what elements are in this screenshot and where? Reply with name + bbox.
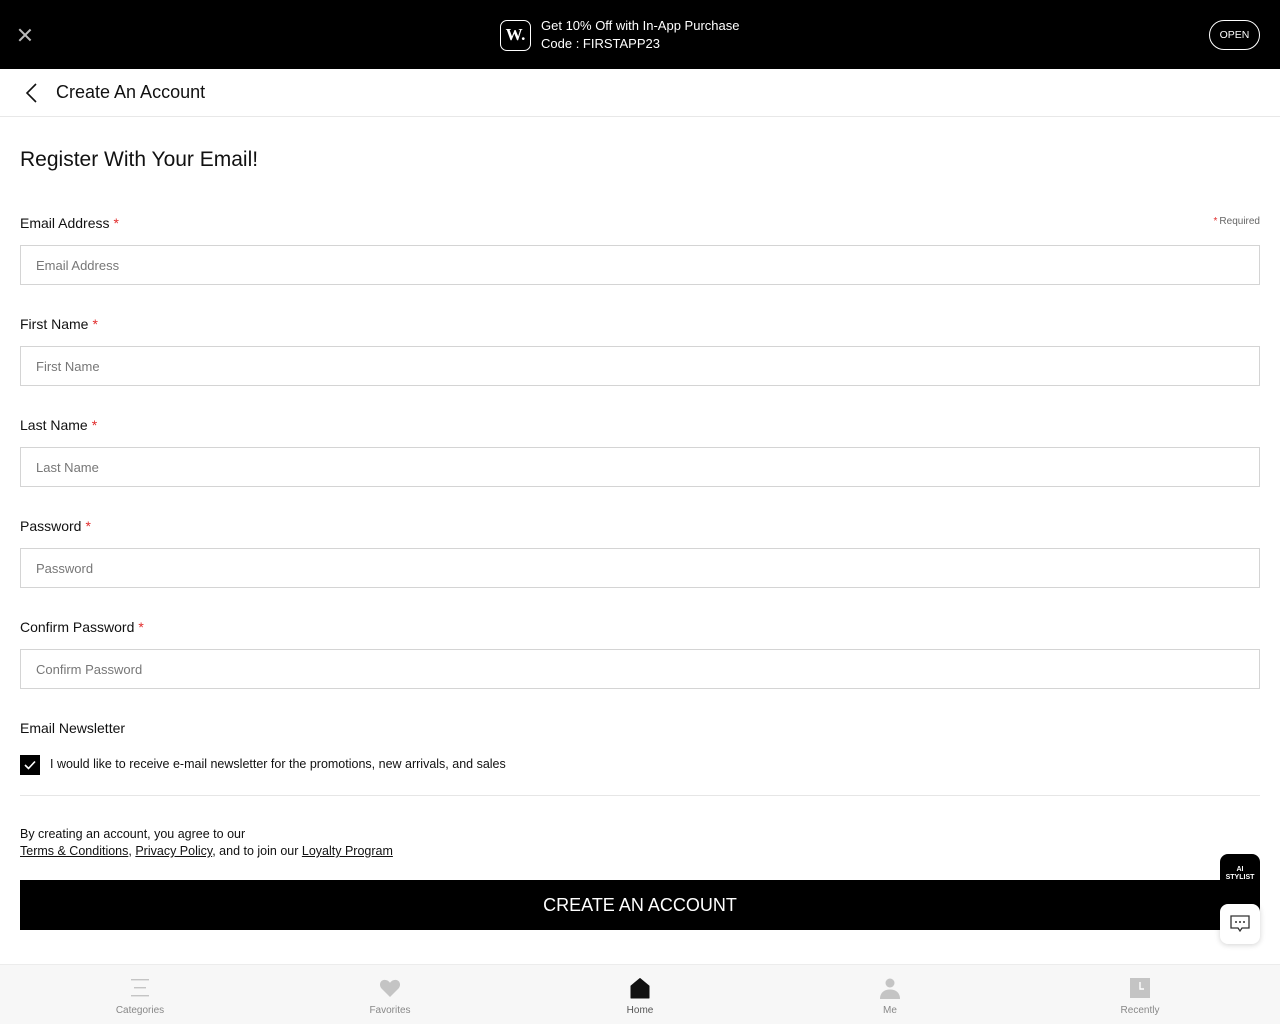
password-label: Password * — [20, 518, 91, 534]
required-star: * — [1213, 216, 1218, 227]
privacy-policy-link[interactable]: Privacy Policy — [135, 844, 212, 858]
close-icon[interactable] — [14, 24, 36, 46]
required-star: * — [91, 417, 98, 433]
confirm-password-field[interactable] — [20, 649, 1260, 689]
email-label: Email Address * — [20, 215, 119, 231]
nav-recently[interactable]: Recently — [1080, 965, 1200, 1024]
app-logo: W. — [500, 19, 531, 51]
required-star: * — [85, 518, 91, 534]
chevron-left-icon[interactable] — [22, 82, 42, 104]
email-label-text: Email Address — [20, 215, 110, 231]
nav-label: Recently — [1120, 1005, 1160, 1016]
first-name-field[interactable] — [20, 346, 1260, 386]
ai-stylist-label-2: STYLIST — [1225, 874, 1255, 881]
nav-me[interactable]: Me — [830, 965, 950, 1024]
chat-button[interactable] — [1220, 904, 1260, 944]
agreement-comma: , — [128, 844, 132, 858]
promo-content: W. Get 10% Off with In-App Purchase Code… — [500, 17, 739, 53]
clock-icon — [1130, 978, 1150, 998]
required-star: * — [138, 619, 144, 635]
create-account-button[interactable]: CREATE AN ACCOUNT — [20, 880, 1260, 930]
required-star: * — [113, 215, 119, 231]
confirm-password-label-text: Confirm Password — [20, 619, 135, 635]
promo-line-1: Get 10% Off with In-App Purchase — [541, 18, 740, 33]
required-note-text: Required — [1219, 216, 1260, 227]
first-name-label-text: First Name — [20, 316, 89, 332]
first-name-label: First Name * — [20, 316, 98, 332]
nav-categories[interactable]: Categories — [80, 965, 200, 1024]
newsletter-label: Email Newsletter — [20, 720, 126, 736]
agreement-middle-text: , and to join our — [212, 844, 299, 858]
terms-link[interactable]: Terms & Conditions — [20, 844, 128, 858]
ai-stylist-button[interactable]: AI STYLIST — [1220, 854, 1260, 894]
promo-code: Code : FIRSTAPP23 — [541, 36, 660, 51]
open-app-button[interactable]: OPEN — [1209, 20, 1260, 50]
last-name-label-text: Last Name — [20, 417, 88, 433]
user-icon — [880, 978, 900, 999]
password-label-text: Password — [20, 518, 82, 534]
newsletter-checkbox[interactable] — [20, 755, 40, 775]
bottom-nav: Categories Favorites Home Me Recently — [0, 964, 1280, 1024]
newsletter-checkbox-label[interactable]: I would like to receive e-mail newslette… — [50, 757, 506, 771]
divider — [20, 795, 1260, 796]
last-name-label: Last Name * — [20, 417, 97, 433]
home-icon — [630, 978, 650, 999]
promo-text: Get 10% Off with In-App Purchase Code : … — [541, 17, 739, 53]
nav-label: Categories — [115, 1005, 165, 1016]
page-header: Create An Account — [0, 69, 1280, 117]
chat-icon — [1230, 915, 1250, 933]
page-title: Create An Account — [56, 82, 206, 102]
agreement-text: By creating an account, you agree to our — [20, 827, 246, 841]
required-note: * Required — [1214, 216, 1261, 227]
nav-label: Favorites — [369, 1005, 411, 1016]
menu-icon — [131, 979, 149, 997]
nav-favorites[interactable]: Favorites — [330, 965, 450, 1024]
agreement-links: Terms & Conditions, Privacy Policy, and … — [20, 844, 393, 858]
loyalty-program-link[interactable]: Loyalty Program — [302, 844, 393, 858]
promo-banner: W. Get 10% Off with In-App Purchase Code… — [0, 0, 1280, 69]
form-heading: Register With Your Email! — [20, 148, 259, 171]
heart-icon — [379, 979, 401, 997]
password-field[interactable] — [20, 548, 1260, 588]
nav-home[interactable]: Home — [580, 965, 700, 1024]
required-star: * — [92, 316, 98, 332]
nav-label: Me — [883, 1005, 897, 1016]
last-name-field[interactable] — [20, 447, 1260, 487]
ai-stylist-label-1: AI — [1236, 866, 1244, 873]
confirm-password-label: Confirm Password * — [20, 619, 144, 635]
email-field[interactable] — [20, 245, 1260, 285]
check-icon — [24, 760, 36, 770]
nav-label: Home — [626, 1005, 654, 1016]
